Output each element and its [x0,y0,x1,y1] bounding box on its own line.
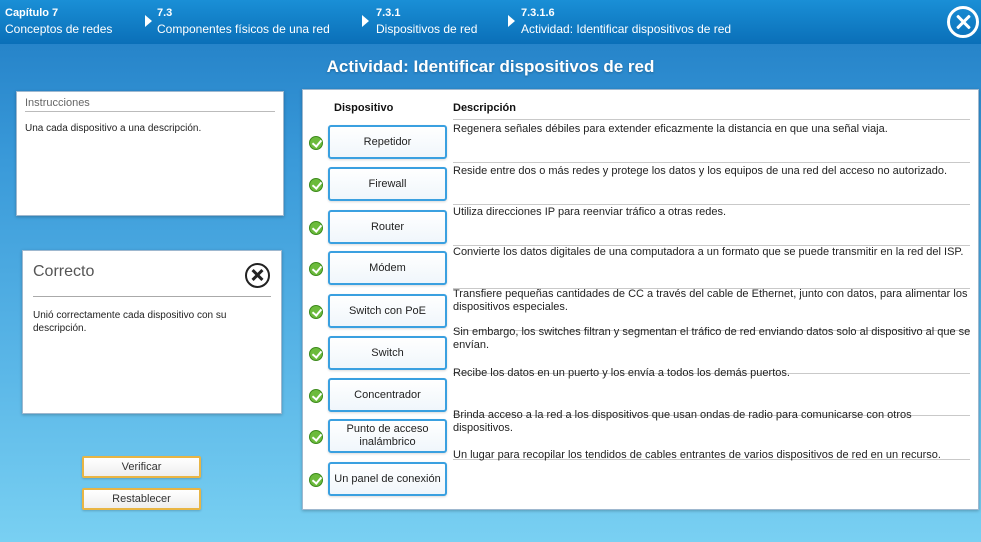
breadcrumb-number: 7.3.1 [376,7,401,19]
breadcrumb-item-subsection[interactable]: 7.3.1 Dispositivos de red [376,6,477,36]
breadcrumb-item-section[interactable]: 7.3 Componentes físicos de una red [157,6,330,36]
description-text: Utiliza direcciones IP para reenviar trá… [453,206,727,218]
device-access-point-button[interactable]: Punto de acceso inalámbrico [328,419,447,453]
verify-button[interactable]: Verificar [82,456,201,478]
instructions-panel: Instrucciones Una cada dispositivo a una… [16,91,284,216]
device-firewall-button[interactable]: Firewall [328,167,447,201]
device-patch-panel-button[interactable]: Un panel de conexión [328,462,447,496]
device-repetidor-button[interactable]: Repetidor [328,125,447,159]
check-icon [309,262,323,276]
feedback-text: Unió correctamente cada dispositivo con … [33,310,227,334]
check-icon [309,430,323,444]
breadcrumb-number: 7.3 [157,7,173,19]
breadcrumb-label: Actividad: Identificar dispositivos de r… [521,22,732,36]
breadcrumb-label: Componentes físicos de una red [157,22,330,36]
chevron-right-icon [508,15,515,27]
check-icon [309,221,323,235]
feedback-panel: Correcto Unió correctamente cada disposi… [22,250,282,414]
instructions-text: Una cada dispositivo a una descripción. [25,123,202,134]
description-text: Sin embargo, los switches filtran y segm… [453,326,971,351]
description-text: Reside entre dos o más redes y protege l… [453,165,948,177]
breadcrumb-number: 7.3.1.6 [521,7,555,19]
description-text: Recibe los datos en un puerto y los enví… [453,367,790,379]
device-switch-poe-button[interactable]: Switch con PoE [328,294,447,328]
row-divider [453,204,970,205]
check-icon [309,347,323,361]
breadcrumb-label: Dispositivos de red [376,22,478,36]
row-divider [453,119,970,120]
check-icon [309,178,323,192]
breadcrumb-label: Conceptos de redes [5,22,113,36]
device-concentrador-button[interactable]: Concentrador [328,378,447,412]
breadcrumb-item-activity[interactable]: 7.3.1.6 Actividad: Identificar dispositi… [521,6,731,36]
close-icon[interactable] [947,6,979,38]
breadcrumb-item-chapter[interactable]: Capítulo 7 Conceptos de redes [5,6,112,36]
divider [33,296,271,297]
close-feedback-icon[interactable] [245,263,270,288]
device-switch-button[interactable]: Switch [328,336,447,370]
check-icon [309,305,323,319]
reset-button[interactable]: Restablecer [82,488,201,510]
description-text: Transfiere pequeñas cantidades de CC a t… [453,288,968,313]
check-icon [309,389,323,403]
description-text: Regenera señales débiles para extender e… [453,123,888,135]
column-header-device: Dispositivo [334,102,394,114]
chevron-right-icon [145,15,152,27]
breadcrumb-number: Capítulo 7 [5,7,59,19]
device-router-button[interactable]: Router [328,210,447,244]
row-divider [453,162,970,163]
device-modem-button[interactable]: Módem [328,251,447,285]
description-text: Convierte los datos digitales de una com… [453,246,964,258]
matching-table: Dispositivo Descripción Repetidor Firewa… [302,89,979,510]
check-icon [309,473,323,487]
description-text: Un lugar para recopilar los tendidos de … [453,449,941,461]
column-header-description: Descripción [453,102,516,114]
instructions-heading: Instrucciones [25,97,275,112]
description-text: Brinda acceso a la red a los dispositivo… [453,409,912,434]
page-title: Actividad: Identificar dispositivos de r… [326,57,655,76]
chevron-right-icon [362,15,369,27]
feedback-heading: Correcto [33,263,95,280]
check-icon [309,136,323,150]
breadcrumb: Capítulo 7 Conceptos de redes 7.3 Compon… [0,0,981,44]
